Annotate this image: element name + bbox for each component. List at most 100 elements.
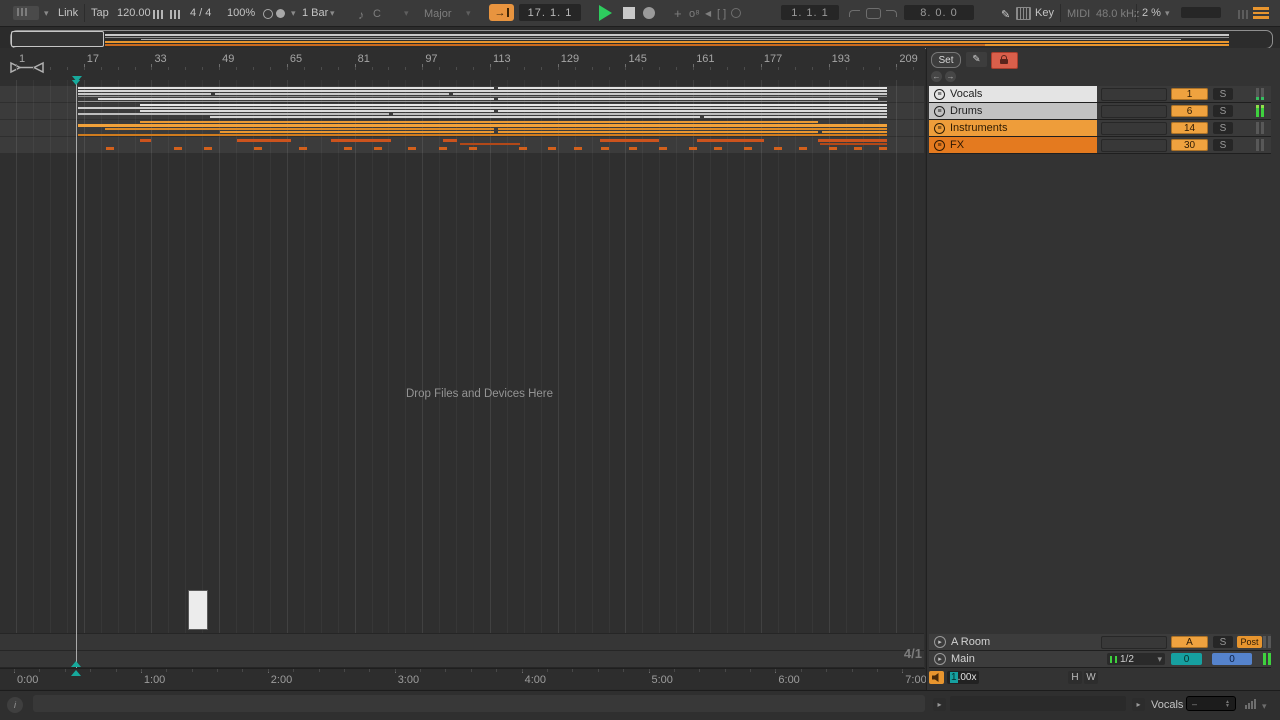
set-marker-button[interactable]: Set bbox=[931, 52, 961, 68]
clip[interactable] bbox=[879, 147, 887, 150]
monitor-level-knob[interactable]: – ▲▼ bbox=[1186, 696, 1236, 711]
clip[interactable] bbox=[78, 107, 887, 109]
clip[interactable] bbox=[829, 147, 837, 150]
tap-tempo-button[interactable]: Tap bbox=[91, 8, 109, 19]
clip[interactable] bbox=[210, 116, 700, 118]
back-to-arrangement-icon[interactable]: ◀ bbox=[705, 9, 711, 18]
clip[interactable] bbox=[601, 147, 609, 150]
clip[interactable] bbox=[498, 98, 878, 100]
track-row[interactable]: ≡ Instruments 14 S bbox=[929, 120, 1271, 137]
cue-level-button[interactable]: 0 bbox=[1171, 653, 1202, 665]
clip[interactable] bbox=[140, 139, 151, 142]
clip[interactable] bbox=[704, 116, 887, 118]
groove-amount-field[interactable]: 100% bbox=[227, 8, 255, 19]
clip[interactable] bbox=[689, 147, 697, 150]
clip[interactable] bbox=[408, 147, 416, 150]
info-icon[interactable]: i bbox=[7, 697, 23, 713]
return-activator-button[interactable]: A bbox=[1171, 636, 1208, 648]
clip[interactable] bbox=[629, 147, 637, 150]
arrangement-lane-a-room[interactable] bbox=[0, 634, 924, 650]
arrangement-area[interactable]: Drop Files and Devices Here 4/1 bbox=[0, 80, 925, 668]
time-signature-field[interactable]: 4 / 4 bbox=[190, 8, 211, 19]
track-activator-button[interactable]: 14 bbox=[1171, 122, 1208, 134]
height-zoom-button[interactable]: H bbox=[1068, 671, 1082, 684]
spinner-icon[interactable]: ▲▼ bbox=[1225, 700, 1230, 708]
clip[interactable] bbox=[204, 147, 212, 150]
clip[interactable] bbox=[469, 147, 477, 150]
track-row[interactable]: ≡ Drums 6 S bbox=[929, 103, 1271, 120]
lock-icon[interactable] bbox=[991, 52, 1018, 69]
play-button[interactable] bbox=[599, 5, 612, 21]
clip[interactable] bbox=[374, 147, 382, 150]
clip[interactable] bbox=[519, 147, 527, 150]
menu-hamburger-icon[interactable] bbox=[1253, 7, 1269, 19]
track-name[interactable]: Vocals bbox=[950, 88, 982, 100]
clip[interactable] bbox=[393, 113, 887, 115]
clip[interactable] bbox=[822, 131, 887, 133]
clip[interactable] bbox=[820, 143, 887, 145]
stop-button[interactable] bbox=[623, 7, 635, 19]
arrangement-lane-fx[interactable] bbox=[0, 137, 924, 153]
clip[interactable] bbox=[799, 147, 807, 150]
loop-brace-icon[interactable] bbox=[9, 61, 45, 74]
clip[interactable] bbox=[254, 147, 262, 150]
clip[interactable] bbox=[460, 143, 520, 145]
track-name-cell[interactable]: ≡ Instruments bbox=[929, 120, 1097, 136]
clip[interactable] bbox=[78, 124, 887, 127]
clip[interactable] bbox=[215, 93, 449, 95]
monitor-track-label[interactable]: Vocals bbox=[1151, 700, 1183, 711]
track-name[interactable]: Drums bbox=[950, 105, 982, 117]
draw-mode-pencil-icon[interactable]: ✎ bbox=[1001, 8, 1010, 21]
cpu-load-field[interactable]: 2 % bbox=[1142, 8, 1161, 19]
tempo-field[interactable]: 120.00 bbox=[117, 8, 151, 19]
floating-clip-box[interactable] bbox=[188, 590, 208, 630]
main-track-row[interactable]: ▸ Main 1/2 ▾ 0 0 bbox=[929, 651, 1271, 668]
metronome-icon[interactable] bbox=[153, 8, 165, 20]
width-zoom-button[interactable]: W bbox=[1084, 671, 1098, 684]
clip[interactable] bbox=[697, 139, 764, 142]
count-in-icon[interactable] bbox=[170, 8, 182, 20]
clip[interactable] bbox=[140, 104, 887, 106]
clip[interactable] bbox=[105, 128, 494, 130]
track-name-cell[interactable]: ≡ FX bbox=[929, 137, 1097, 153]
solo-button[interactable]: S bbox=[1213, 122, 1233, 134]
clip[interactable] bbox=[453, 93, 887, 95]
clip[interactable] bbox=[574, 147, 582, 150]
clip[interactable] bbox=[78, 93, 211, 95]
preview-play-button[interactable]: ▸ bbox=[933, 698, 946, 711]
clip[interactable] bbox=[237, 139, 291, 142]
group-fold-icon[interactable]: ≡ bbox=[934, 89, 945, 100]
playhead-top-marker[interactable] bbox=[71, 80, 81, 85]
automation-pencil-icon[interactable]: ✎ bbox=[966, 52, 987, 67]
fold-play-icon[interactable]: ▸ bbox=[934, 636, 946, 648]
chevron-down-icon[interactable]: ▾ bbox=[291, 8, 296, 19]
playhead-bottom-marker[interactable] bbox=[71, 661, 81, 667]
key-map-button[interactable]: Key bbox=[1035, 8, 1054, 19]
clip[interactable] bbox=[744, 147, 752, 150]
follow-button[interactable]: → bbox=[489, 4, 514, 21]
track-name-cell[interactable]: ≡ Vocals bbox=[929, 86, 1097, 102]
arrangement-position-field[interactable]: 17. 1. 1 bbox=[519, 4, 581, 21]
main-volume-button[interactable]: 0 bbox=[1212, 653, 1252, 665]
fold-play-icon[interactable]: ▸ bbox=[934, 653, 946, 665]
clip[interactable] bbox=[344, 147, 352, 150]
clip[interactable] bbox=[548, 147, 556, 150]
quantize-outline-icon[interactable] bbox=[263, 9, 273, 19]
loop-start-field[interactable]: 1. 1. 1 bbox=[781, 5, 839, 20]
loop-region-icon[interactable] bbox=[866, 8, 881, 19]
clip[interactable] bbox=[818, 139, 887, 142]
loop-length-field[interactable]: 8. 0. 0 bbox=[904, 5, 974, 20]
return-track-name[interactable]: A Room bbox=[951, 636, 990, 648]
automation-arm-icon[interactable]: + bbox=[674, 6, 682, 21]
overdub-icon[interactable]: o⁸ bbox=[689, 8, 700, 20]
punch-out-icon[interactable] bbox=[886, 10, 897, 17]
prev-marker-button[interactable]: ← bbox=[931, 71, 942, 82]
speaker-icon[interactable] bbox=[929, 671, 944, 684]
midi-map-button[interactable]: MIDI bbox=[1067, 8, 1090, 20]
clip[interactable] bbox=[78, 113, 389, 115]
overview-viewport-box[interactable] bbox=[11, 31, 104, 47]
track-activator-button[interactable]: 1 bbox=[1171, 88, 1208, 100]
post-fader-button[interactable]: Post bbox=[1237, 636, 1262, 648]
return-track-row[interactable]: ▸ A Room A S Post bbox=[929, 634, 1271, 651]
clip[interactable] bbox=[498, 110, 887, 112]
